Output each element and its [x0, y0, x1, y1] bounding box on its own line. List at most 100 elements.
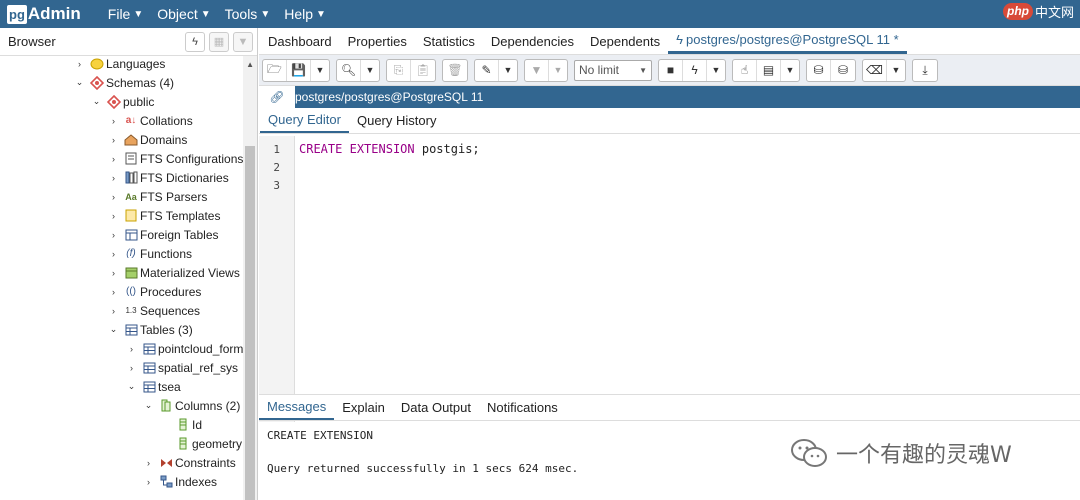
tree-scrollbar-thumb[interactable]: [245, 146, 255, 500]
tree-node-procedures[interactable]: › (() Procedures: [108, 282, 201, 301]
chevron-right-icon[interactable]: ›: [143, 477, 154, 487]
tree-node-spatial-ref-sys[interactable]: › spatial_ref_sys: [126, 358, 238, 377]
chevron-right-icon[interactable]: ›: [108, 306, 119, 316]
filter-dropdown-button[interactable]: ▼: [549, 60, 567, 81]
explain-button[interactable]: ☝: [733, 59, 757, 81]
tab-explain[interactable]: Explain: [334, 394, 393, 420]
tree-node-collations[interactable]: › a↓ Collations: [108, 111, 193, 130]
filter-rows-button[interactable]: ▼: [233, 31, 253, 52]
tree-node-label: Schemas (4): [106, 75, 175, 90]
save-button[interactable]: 💾: [287, 59, 311, 81]
paste-button[interactable]: 📋︎: [411, 60, 435, 81]
tree-node-tsea[interactable]: ⌄ tsea: [126, 377, 181, 396]
clear-button[interactable]: ⌫: [863, 59, 887, 81]
tree-node-fts-configurations[interactable]: › FTS Configurations: [108, 149, 243, 168]
menu-object[interactable]: Object ▼: [150, 0, 217, 28]
query-tool-button[interactable]: ϟ: [185, 31, 205, 52]
tree-node-sequences[interactable]: › 1.3 Sequences: [108, 301, 200, 320]
edit-button[interactable]: ✎: [475, 59, 499, 81]
chevron-down-icon[interactable]: ⌄: [91, 96, 102, 107]
menu-file[interactable]: File ▼: [101, 0, 150, 28]
tab-notifications[interactable]: Notifications: [479, 394, 566, 420]
open-file-button[interactable]: 🗁: [263, 59, 287, 81]
tree-node-constraints[interactable]: › Constraints: [143, 453, 236, 472]
commit-button[interactable]: ⛁: [807, 59, 831, 81]
chevron-down-icon[interactable]: ⌄: [108, 324, 119, 335]
chevron-right-icon[interactable]: ›: [108, 211, 119, 221]
tab-dependencies[interactable]: Dependencies: [483, 28, 582, 54]
constraints-icon: [159, 456, 173, 470]
tree-node-schemas[interactable]: ⌄ Schemas (4): [74, 73, 174, 92]
chevron-down-icon: ▼: [365, 65, 375, 75]
chevron-right-icon[interactable]: ›: [126, 363, 137, 373]
filter-button[interactable]: ▼: [525, 59, 549, 81]
chevron-right-icon[interactable]: ›: [126, 344, 137, 354]
chevron-down-icon[interactable]: ⌄: [74, 77, 85, 88]
chevron-right-icon[interactable]: ›: [108, 249, 119, 259]
tree-node-functions[interactable]: › (f) Functions: [108, 244, 192, 263]
tree-node-indexes[interactable]: › Indexes: [143, 472, 217, 491]
save-dropdown-button[interactable]: ▼: [311, 60, 329, 81]
line-number: 2: [273, 161, 280, 174]
menu-object-label: Object: [157, 6, 198, 22]
tree-node-column-id[interactable]: Id: [160, 415, 202, 434]
clear-dropdown-button[interactable]: ▼: [887, 60, 905, 81]
chevron-right-icon[interactable]: ›: [108, 116, 119, 126]
copy-button[interactable]: ⎘: [387, 59, 411, 81]
tree-node-tables[interactable]: ⌄ Tables (3): [108, 320, 193, 339]
find-button[interactable]: 🔍︎: [337, 59, 361, 81]
row-limit-select[interactable]: No limit ▼: [574, 59, 652, 81]
tree-node-columns[interactable]: ⌄ Columns (2): [143, 396, 241, 415]
tree-node-languages[interactable]: › Languages: [74, 56, 165, 73]
tree-node-foreign-tables[interactable]: › Foreign Tables: [108, 225, 219, 244]
tree-node-fts-parsers[interactable]: › Aa FTS Parsers: [108, 187, 207, 206]
tab-statistics[interactable]: Statistics: [415, 28, 483, 54]
tab-data-output[interactable]: Data Output: [393, 394, 479, 420]
tab-messages[interactable]: Messages: [259, 394, 335, 420]
tab-dashboard[interactable]: Dashboard: [260, 28, 340, 54]
execute-dropdown-button[interactable]: ▼: [707, 60, 725, 81]
pgadmin-logo[interactable]: pg Admin: [7, 4, 81, 24]
tree-node-public[interactable]: ⌄ public: [91, 92, 154, 111]
chevron-right-icon[interactable]: ›: [108, 173, 119, 183]
tab-query-tool[interactable]: ϟ postgres/postgres@PostgreSQL 11 *: [668, 28, 907, 54]
chevron-down-icon[interactable]: ⌄: [126, 381, 137, 392]
tree-node-column-geometry[interactable]: geometry: [160, 434, 242, 453]
explain-analyze-button[interactable]: ▤: [757, 59, 781, 81]
chevron-right-icon[interactable]: ›: [108, 268, 119, 278]
chevron-right-icon[interactable]: ›: [108, 192, 119, 202]
menu-help[interactable]: Help ▼: [277, 0, 333, 28]
tab-query-editor[interactable]: Query Editor: [260, 108, 349, 133]
tree-node-fts-templates[interactable]: › FTS Templates: [108, 206, 220, 225]
find-dropdown-button[interactable]: ▼: [361, 60, 379, 81]
chevron-right-icon[interactable]: ›: [143, 458, 154, 468]
chevron-right-icon[interactable]: ›: [108, 230, 119, 240]
sql-editor[interactable]: 1 2 3 CREATE EXTENSION postgis;: [259, 136, 1080, 422]
connection-label[interactable]: postgres/postgres@PostgreSQL 11: [295, 86, 1080, 108]
delete-button[interactable]: 🗑︎: [443, 60, 467, 81]
connection-link-icon[interactable]: 🔗︎: [259, 90, 295, 104]
tree-node-domains[interactable]: › Domains: [108, 130, 187, 149]
wechat-icon: [791, 439, 827, 467]
sql-code-line[interactable]: CREATE EXTENSION postgis;: [299, 142, 480, 156]
scroll-up-icon[interactable]: ▲: [246, 60, 254, 69]
tab-dependents[interactable]: Dependents: [582, 28, 668, 54]
chevron-right-icon[interactable]: ›: [108, 135, 119, 145]
tab-query-history[interactable]: Query History: [349, 108, 444, 133]
download-button[interactable]: ⤓: [913, 60, 937, 81]
tree-node-materialized-views[interactable]: › Materialized Views: [108, 263, 240, 282]
chevron-right-icon[interactable]: ›: [108, 154, 119, 164]
rollback-button[interactable]: ⛁: [831, 60, 855, 81]
view-data-button[interactable]: ▦: [209, 31, 229, 52]
menu-tools[interactable]: Tools ▼: [218, 0, 278, 28]
chevron-right-icon[interactable]: ›: [108, 287, 119, 297]
tab-properties[interactable]: Properties: [340, 28, 415, 54]
tree-node-pointcloud[interactable]: › pointcloud_forma: [126, 339, 244, 358]
edit-dropdown-button[interactable]: ▼: [499, 60, 517, 81]
execute-button[interactable]: ϟ: [683, 59, 707, 81]
stop-button[interactable]: ■: [659, 59, 683, 81]
explain-dropdown-button[interactable]: ▼: [781, 60, 799, 81]
tree-node-fts-dictionaries[interactable]: › FTS Dictionaries: [108, 168, 229, 187]
chevron-right-icon[interactable]: ›: [74, 59, 85, 69]
chevron-down-icon[interactable]: ⌄: [143, 400, 154, 411]
